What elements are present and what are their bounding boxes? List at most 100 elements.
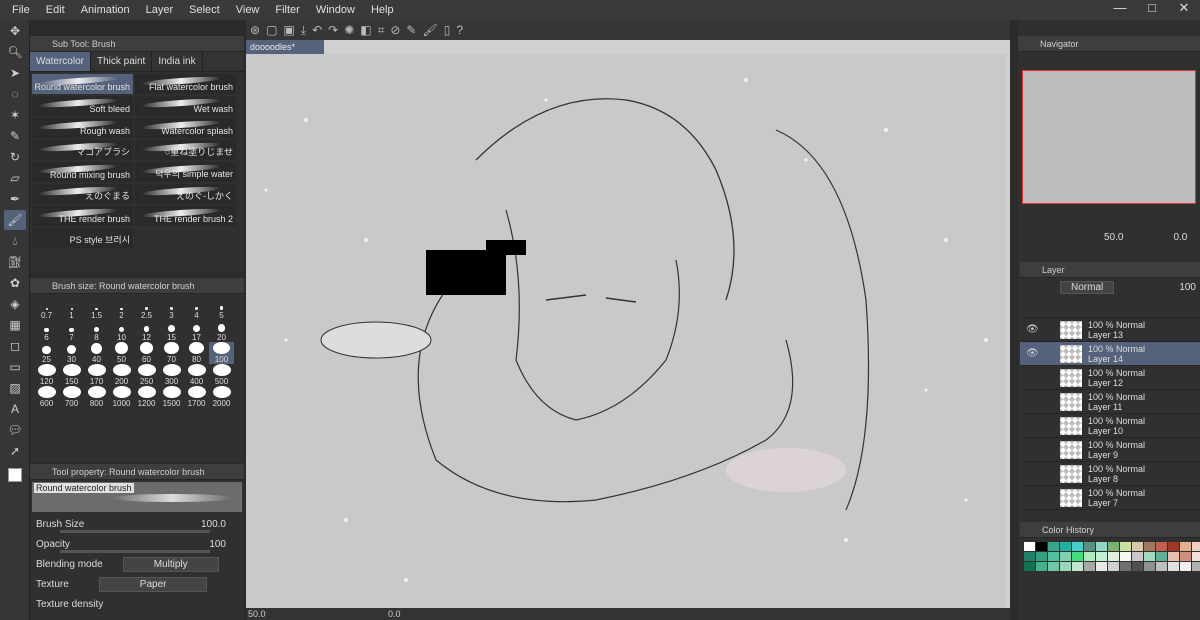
pen-pressure-icon[interactable]: ✎ [406,23,416,37]
brush-size-option[interactable]: 70 [159,342,184,364]
color-swatch[interactable] [1036,562,1047,571]
color-swatch[interactable] [1180,562,1191,571]
brush-size-option[interactable]: 100 [209,342,234,364]
brush-size-option[interactable]: 15 [159,320,184,342]
color-swatch[interactable] [1096,542,1107,551]
brush-size-option[interactable]: 3 [159,298,184,320]
color-swatch[interactable] [1036,552,1047,561]
brush-item[interactable]: Round mixing brush [32,162,133,182]
color-swatch[interactable] [1060,562,1071,571]
undo-icon[interactable]: ↶ [312,23,322,37]
redo-icon[interactable]: ↷ [328,23,338,37]
color-swatch[interactable] [1024,552,1035,561]
color-swatch[interactable] [1096,552,1107,561]
maximize-button[interactable]: □ [1136,0,1168,16]
layer-row[interactable]: 100 % Normal Layer 9 [1020,438,1200,462]
brush-item[interactable]: Round watercolor brush [32,74,133,94]
brush-size-option[interactable]: 150 [59,364,84,386]
text-icon[interactable]: A [4,399,26,419]
color-swatch[interactable] [1024,542,1035,551]
color-swatch[interactable] [1180,542,1191,551]
menu-window[interactable]: Window [308,4,363,16]
fill-layer-icon[interactable]: ◧ [360,23,371,37]
color-swatch[interactable] [1048,542,1059,551]
blend-icon[interactable]: 💧︎ [4,231,26,251]
brush-size-option[interactable]: 1200 [134,386,159,408]
menu-help[interactable]: Help [363,4,402,16]
brush-size-option[interactable]: 17 [184,320,209,342]
layer-row[interactable]: 👁︎ 100 % Normal Layer 14 [1020,342,1200,366]
color-swatch[interactable] [1072,552,1083,561]
color-swatch-icon[interactable] [4,465,26,485]
color-swatch[interactable] [1084,552,1095,561]
pen-icon[interactable]: ✒ [4,189,26,209]
brush-size-option[interactable]: 400 [184,364,209,386]
menu-animation[interactable]: Animation [73,4,138,16]
zoom-readout[interactable]: 50.0 [248,609,266,619]
color-swatch[interactable] [1108,562,1119,571]
spinner-icon[interactable]: ✺ [344,23,354,37]
brush-size-option[interactable]: 700 [59,386,84,408]
brush-size-option[interactable]: 50 [109,342,134,364]
layer-row[interactable]: 100 % Normal Layer 12 [1020,366,1200,390]
brush-size-option[interactable]: 2.5 [134,298,159,320]
layer-opacity-value[interactable]: 100 [1179,282,1196,293]
magic-wand-icon[interactable]: ✶ [4,105,26,125]
open-file-icon[interactable]: ▣ [283,23,294,37]
brush-size-option[interactable]: 60 [134,342,159,364]
color-swatch[interactable] [1048,552,1059,561]
brush-size-option[interactable]: 1000 [109,386,134,408]
layer-row[interactable]: 👁︎ 100 % Normal Layer 13 [1020,318,1200,342]
brush-size-option[interactable]: 170 [84,364,109,386]
frame-icon[interactable]: ▭ [4,357,26,377]
color-swatch[interactable] [1192,562,1200,571]
eyedropper-icon[interactable]: ✎ [4,126,26,146]
color-swatch[interactable] [1156,552,1167,561]
brush-item[interactable]: えのぐ-しかく [135,184,236,204]
correct-line-icon[interactable]: ➚ [4,441,26,461]
operation-icon[interactable]: ➤ [4,63,26,83]
decoration-icon[interactable]: ✿ [4,273,26,293]
blending-mode-row[interactable]: Blending mode Multiply [30,554,244,574]
color-swatch[interactable] [1120,552,1131,561]
brush-size-option[interactable]: 7 [59,320,84,342]
color-swatch[interactable] [1180,552,1191,561]
brush-size-option[interactable]: 6 [34,320,59,342]
navigator-zoom[interactable]: 50.0 [1104,232,1123,243]
lasso-icon[interactable]: ◌ [4,84,26,104]
airbrush-icon[interactable]: ⛽︎ [4,252,26,272]
ruler-icon[interactable]: ▨ [4,378,26,398]
balloon-icon[interactable]: 💬︎ [4,420,26,440]
brush-size-row[interactable]: Brush Size 100.0 [30,514,244,534]
color-swatch[interactable] [1192,552,1200,561]
brush-size-option[interactable]: 30 [59,342,84,364]
brush-item[interactable]: Wet wash [135,96,236,116]
brush-item[interactable]: 덕우의 simple water [135,162,236,182]
color-swatch[interactable] [1108,542,1119,551]
brush-item[interactable]: Rough wash [32,118,133,138]
navigator-preview[interactable] [1022,70,1196,204]
brush-size-option[interactable]: 1700 [184,386,209,408]
brush-size-option[interactable]: 600 [34,386,59,408]
texture-select[interactable]: Paper [98,576,208,592]
brush-item[interactable]: Flat watercolor brush [135,74,236,94]
brush-size-option[interactable]: 120 [34,364,59,386]
rotate-icon[interactable]: ↻ [4,147,26,167]
move-icon[interactable]: ✥ [4,21,26,41]
color-swatch[interactable] [1060,542,1071,551]
menu-edit[interactable]: Edit [38,4,73,16]
brush-size-option[interactable]: 250 [134,364,159,386]
save-icon[interactable]: ⤓ [301,23,306,38]
color-swatch[interactable] [1192,542,1200,551]
color-swatch[interactable] [1156,562,1167,571]
brush-item[interactable]: THE render brush [32,206,133,226]
brush-size-option[interactable]: 800 [84,386,109,408]
layer-row[interactable]: 100 % Normal Layer 11 [1020,390,1200,414]
close-button[interactable]: ✕ [1168,0,1200,16]
color-swatch[interactable] [1048,562,1059,571]
zoom-icon[interactable]: 🔍︎ [4,42,26,62]
color-swatch[interactable] [1096,562,1107,571]
color-swatch[interactable] [1072,542,1083,551]
color-swatch[interactable] [1084,562,1095,571]
navigator-rotation[interactable]: 0.0 [1173,232,1187,243]
